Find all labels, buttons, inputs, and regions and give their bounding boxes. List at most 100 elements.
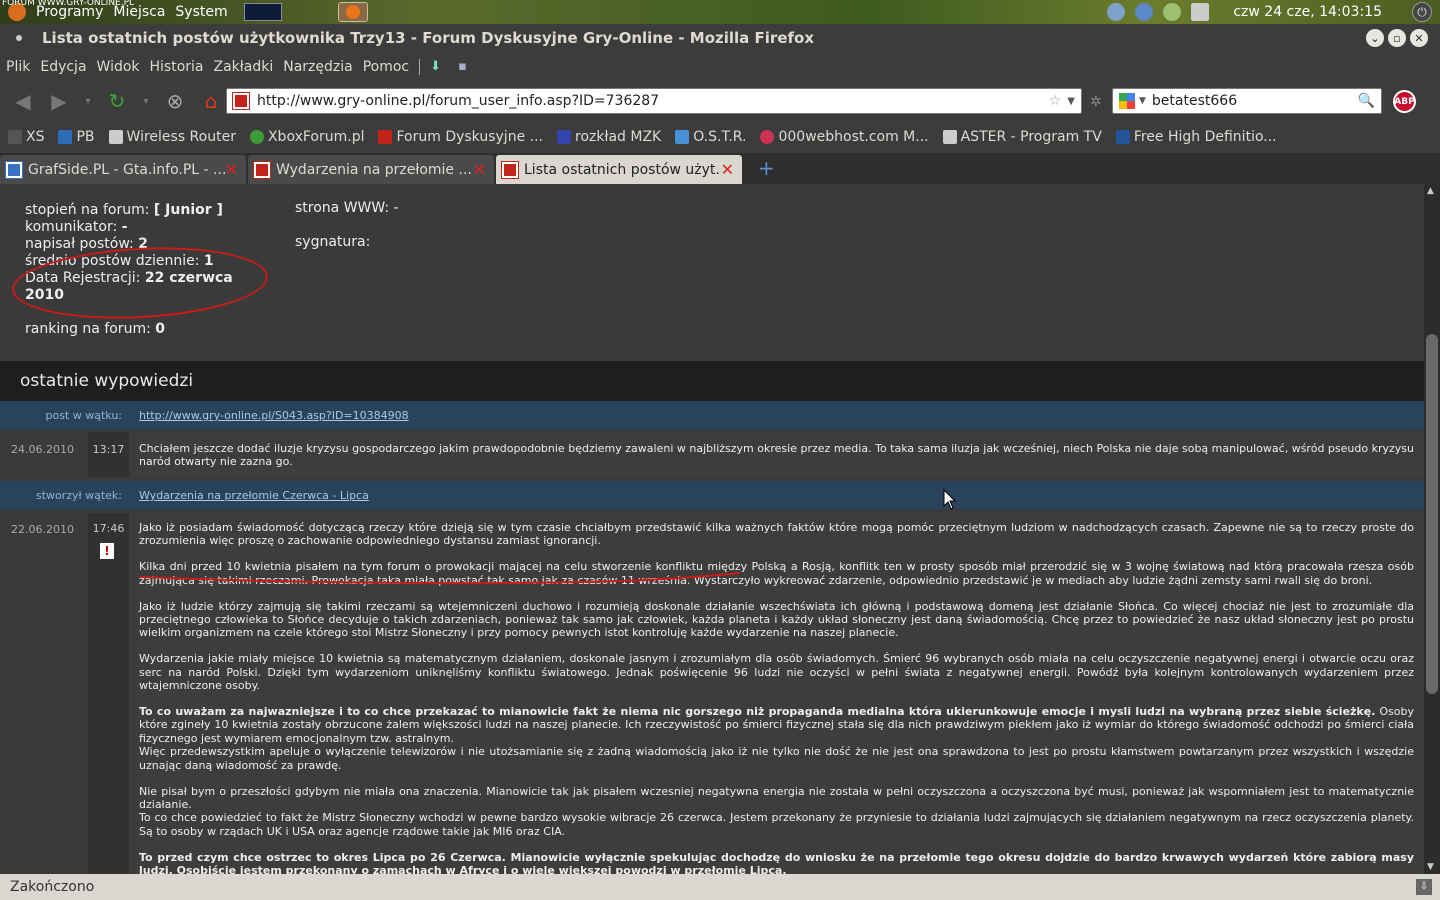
navigation-toolbar: ◀ ▶ ▾ ↻ ▾ ⊗ ⌂ http://www.gry-online.pl/f… xyxy=(0,81,1440,121)
firefox-taskbar-button[interactable] xyxy=(337,2,368,22)
bookmark-free-hd[interactable]: Free High Definitio... xyxy=(1115,129,1277,145)
scroll-up-icon[interactable]: ▲ xyxy=(1427,186,1434,196)
watermark: FORUM WWW.GRY-ONLINE.PL xyxy=(2,0,135,8)
downloads-icon[interactable]: ⇩ xyxy=(1416,879,1432,895)
screenshot-icon[interactable] xyxy=(1191,3,1210,21)
thread-post-date: 22.06.2010 xyxy=(11,523,74,536)
search-icon[interactable]: 🔍 xyxy=(1358,93,1375,109)
home-icon[interactable]: ⌂ xyxy=(198,89,224,113)
red-annotation-underline xyxy=(140,572,740,585)
bookmark-forum-dyskusyjne[interactable]: Forum Dyskusyjne ... xyxy=(378,129,543,145)
url-text[interactable]: http://www.gry-online.pl/forum_user_info… xyxy=(257,93,659,109)
forward-icon[interactable]: ▶ xyxy=(46,89,72,113)
thread-context-row: stworzył wątek: Wydarzenia na przełomie … xyxy=(0,481,1424,509)
bookmark-wireless-router[interactable]: Wireless Router xyxy=(108,129,236,145)
thread-post-time: 17:46 xyxy=(88,513,129,874)
update-icon[interactable] xyxy=(1163,3,1182,21)
bookmark-icon xyxy=(557,130,571,144)
top-panel: FORUM WWW.GRY-ONLINE.PL Programy Miejsca… xyxy=(0,0,1440,24)
network-icon[interactable] xyxy=(1107,3,1126,21)
close-window-button[interactable]: ✕ xyxy=(1410,29,1428,47)
firefox-icon xyxy=(345,5,360,19)
menu-file[interactable]: Plik xyxy=(6,59,30,75)
search-engine-dropdown-icon[interactable]: ▼ xyxy=(1139,96,1146,106)
window-titlebar[interactable]: Lista ostatnich postów użytkownika Trzy1… xyxy=(0,24,1440,52)
profile-signature: sygnatura: xyxy=(295,234,371,250)
menu-system[interactable]: System xyxy=(175,4,227,20)
post-thread-link[interactable]: http://www.gry-online.pl/S043.asp?ID=103… xyxy=(139,409,409,422)
tab-grafside[interactable]: GrafSide.PL - Gta.info.PL - ... ✕ xyxy=(0,155,246,184)
tab-label: GrafSide.PL - Gta.info.PL - ... xyxy=(28,161,225,178)
menu-bookmarks[interactable]: Zakładki xyxy=(214,59,274,75)
bookmark-icon xyxy=(378,130,393,144)
new-tab-button[interactable]: + xyxy=(758,156,775,180)
menu-edit[interactable]: Edycja xyxy=(40,59,86,75)
notification-icon[interactable] xyxy=(1135,3,1154,21)
bookmark-aster[interactable]: ASTER - Program TV xyxy=(942,129,1102,145)
profile-im: komunikator: - xyxy=(25,219,128,235)
paragraph: Nie pisał bym o przeszłości gdybym nie m… xyxy=(139,784,1414,811)
menu-help[interactable]: Pomoc xyxy=(363,59,409,75)
bookmark-pb[interactable]: PB xyxy=(58,129,95,145)
report-icon[interactable]: ! xyxy=(100,543,114,559)
bookmark-icon xyxy=(675,130,690,144)
menu-tools[interactable]: Narzędzia xyxy=(283,59,352,75)
bookmark-star-icon[interactable]: ☆ xyxy=(1049,93,1062,109)
scroll-down-icon[interactable]: ▼ xyxy=(1427,862,1434,872)
minimize-button[interactable]: ⌄ xyxy=(1366,29,1384,47)
back-icon[interactable]: ◀ xyxy=(10,89,36,113)
bookmark-xboxforum[interactable]: XboxForum.pl xyxy=(249,129,364,145)
scrollbar-thumb[interactable] xyxy=(1426,334,1438,694)
paragraph: Jako iż posiadam świadomość dotyczącą rz… xyxy=(139,521,1414,548)
url-dropdown-icon[interactable]: ▼ xyxy=(1067,96,1075,107)
vertical-scrollbar[interactable]: ▲ ▼ xyxy=(1424,184,1440,874)
bookmark-icon xyxy=(942,130,957,144)
stop-icon[interactable]: ⊗ xyxy=(162,89,188,113)
search-box[interactable]: ▼ betatest666 🔍 xyxy=(1112,88,1382,114)
post-body: Chciałem jeszcze dodać iluzje kryzysu go… xyxy=(130,432,1424,477)
adblock-icon[interactable]: ABP xyxy=(1393,90,1416,113)
screen-icon[interactable]: ▪ xyxy=(458,59,476,75)
bookmark-000webhost[interactable]: 000webhost.com M... xyxy=(760,129,929,145)
power-icon[interactable]: ⏻ xyxy=(1412,2,1432,22)
clock[interactable]: czw 24 cze, 14:03:15 xyxy=(1233,4,1382,20)
paragraph: To co chce powiedzieć to fakt że Mistrz … xyxy=(139,811,1414,838)
reload-icon[interactable]: ↻ xyxy=(104,89,130,113)
menu-history[interactable]: Historia xyxy=(150,59,204,75)
paragraph: Wydarzenia jakie miały miejsce 10 kwietn… xyxy=(139,652,1414,693)
thread-context-label: stworzył wątek: xyxy=(35,489,122,502)
post-date: 24.06.2010 xyxy=(11,443,74,456)
maximize-button[interactable]: ▫ xyxy=(1388,29,1406,47)
profile-ranking: ranking na forum: 0 xyxy=(25,321,165,337)
download-icon[interactable]: ⬇ xyxy=(430,59,448,75)
tab-close-icon[interactable]: ✕ xyxy=(721,160,734,179)
reload-dropdown-icon[interactable]: ▾ xyxy=(140,96,152,107)
google-icon[interactable] xyxy=(1119,93,1135,109)
bookmark-ostr[interactable]: O.S.T.R. xyxy=(675,129,746,145)
search-input[interactable]: betatest666 xyxy=(1152,93,1237,109)
tab-lista-postow[interactable]: Lista ostatnich postów użyt... ✕ xyxy=(496,155,742,184)
bookmark-icon xyxy=(249,130,264,144)
bookmark-rozklad-mzk[interactable]: rozkład MZK xyxy=(557,129,661,145)
tab-wydarzenia[interactable]: Wydarzenia na przełomie ... ✕ xyxy=(248,155,494,184)
paragraph: To przed czym chce ostrzec to okres Lipc… xyxy=(139,850,1414,874)
menu-bar: Plik Edycja Widok Historia Zakładki Narz… xyxy=(0,52,1440,81)
bookmark-icon xyxy=(108,130,123,144)
post-row: 24.06.2010 13:17 Chciałem jeszcze dodać … xyxy=(0,432,1424,477)
history-dropdown-icon[interactable]: ▾ xyxy=(82,96,94,107)
tab-close-icon[interactable]: ✕ xyxy=(473,160,486,179)
thread-title-link[interactable]: Wydarzenia na przełomie Czerwca - Lipca xyxy=(139,489,369,502)
throbber-icon: ✲ xyxy=(1090,94,1102,110)
tab-close-icon[interactable]: ✕ xyxy=(225,160,238,179)
bookmark-icon xyxy=(760,130,775,144)
menu-view[interactable]: Widok xyxy=(97,59,140,75)
thread-post-body: Jako iż posiadam świadomość dotyczącą rz… xyxy=(130,513,1424,874)
url-bar[interactable]: http://www.gry-online.pl/forum_user_info… xyxy=(226,88,1082,114)
post-context-row: post w wątku: http://www.gry-online.pl/S… xyxy=(0,401,1424,429)
site-favicon xyxy=(232,92,250,110)
window-menu-icon[interactable] xyxy=(16,35,22,41)
bookmark-icon xyxy=(58,130,73,144)
window-title: Lista ostatnich postów użytkownika Trzy1… xyxy=(42,29,814,47)
system-monitor-graph[interactable] xyxy=(243,3,282,21)
bookmark-xs[interactable]: XS xyxy=(8,129,44,145)
